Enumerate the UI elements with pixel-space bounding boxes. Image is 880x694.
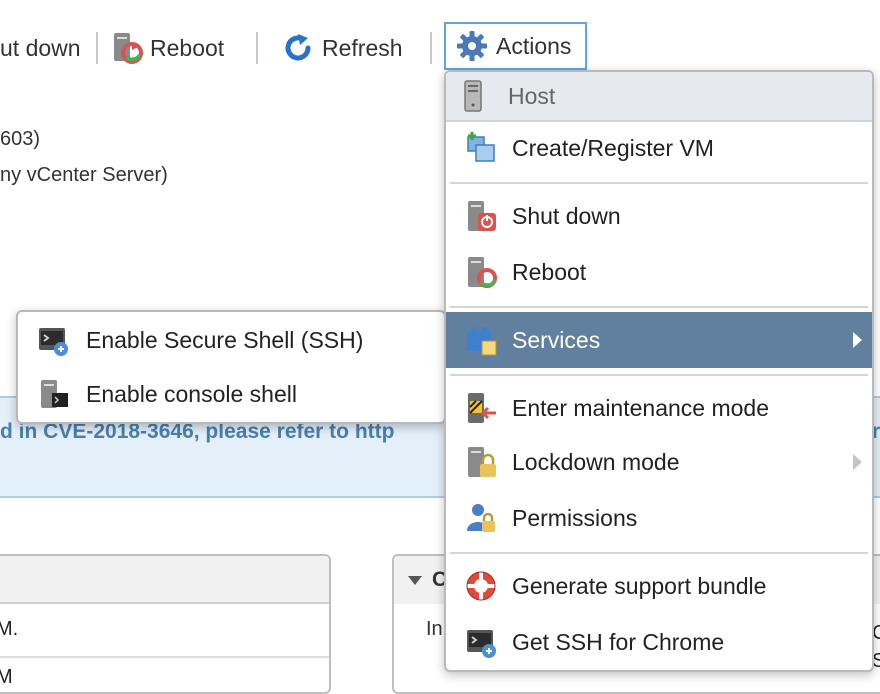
actions-button[interactable]: Actions (444, 22, 587, 70)
left-panel-header (0, 556, 329, 604)
toolbar-divider (430, 32, 432, 64)
get-ssh-for-chrome-label: Get SSH for Chrome (512, 628, 725, 655)
menu-header-host: Host (446, 72, 872, 122)
actions-button-label: Actions (496, 32, 572, 59)
submenu-arrow-icon (853, 332, 862, 348)
panel-row-divider (0, 656, 329, 658)
reboot-toolbar-label: Reboot (150, 34, 225, 61)
lockdown-icon (468, 447, 496, 477)
toolbar-divider (96, 32, 98, 64)
enable-console-shell-menu-item[interactable]: Enable console shell (18, 368, 444, 420)
shutdown-toolbar-label: ut down (0, 34, 81, 61)
left-panel: M. M (0, 554, 331, 694)
ssh-icon (39, 328, 68, 356)
reboot-icon (114, 33, 143, 64)
menu-divider (450, 182, 868, 184)
reboot-icon (468, 257, 497, 288)
host-server-icon (464, 80, 482, 112)
generate-support-bundle-label: Generate support bundle (512, 572, 767, 599)
services-submenu: Enable Secure Shell (SSH) Enable console… (16, 310, 446, 424)
toolbar-divider (256, 32, 258, 64)
permissions-icon (467, 504, 495, 532)
enable-ssh-label: Enable Secure Shell (SSH) (86, 326, 364, 353)
collapse-triangle-icon[interactable] (408, 576, 422, 585)
lockdown-mode-label: Lockdown mode (512, 448, 680, 475)
left-panel-row: M (0, 666, 13, 688)
menu-divider (450, 306, 868, 308)
shut-down-label: Shut down (512, 202, 621, 229)
reboot-label: Reboot (512, 258, 587, 285)
left-panel-row: M. (0, 618, 19, 640)
host-info-line: 603) (0, 128, 41, 150)
shutdown-icon (468, 201, 496, 231)
services-menu-item[interactable]: Services (446, 312, 872, 368)
create-register-vm-label: Create/Register VM (512, 134, 714, 161)
maintenance-icon (468, 393, 496, 423)
refresh-icon (285, 34, 311, 61)
menu-header-label: Host (508, 82, 556, 109)
lockdown-mode-menu-item[interactable]: Lockdown mode (446, 436, 872, 488)
enable-ssh-menu-item[interactable]: Enable Secure Shell (SSH) (18, 314, 444, 366)
refresh-toolbar-button[interactable]: Refresh (282, 26, 403, 70)
menu-divider (450, 374, 868, 376)
shut-down-menu-item[interactable]: Shut down (446, 190, 872, 242)
reboot-menu-item[interactable]: Reboot (446, 246, 872, 298)
enter-maintenance-mode-menu-item[interactable]: Enter maintenance mode (446, 382, 872, 434)
create-register-vm-menu-item[interactable]: Create/Register VM (446, 122, 872, 174)
console-shell-icon (41, 380, 68, 408)
host-info-line: ny vCenter Server) (0, 164, 168, 186)
enable-console-shell-label: Enable console shell (86, 380, 297, 407)
shutdown-toolbar-button[interactable]: ut down (0, 26, 81, 70)
ssh-chrome-icon (467, 630, 496, 658)
menu-divider (450, 552, 868, 554)
refresh-toolbar-label: Refresh (322, 34, 403, 61)
permissions-label: Permissions (512, 504, 638, 531)
right-panel-row: In (426, 618, 443, 640)
services-label: Services (512, 326, 601, 353)
permissions-menu-item[interactable]: Permissions (446, 492, 872, 544)
gear-icon (457, 31, 487, 61)
get-ssh-for-chrome-menu-item[interactable]: Get SSH for Chrome (446, 616, 872, 668)
services-icon (467, 327, 497, 356)
create-vm-icon (467, 132, 495, 162)
submenu-arrow-icon (853, 454, 862, 470)
reboot-toolbar-button[interactable]: Reboot (110, 26, 224, 70)
generate-support-bundle-menu-item[interactable]: Generate support bundle (446, 560, 872, 612)
lifebuoy-icon (466, 571, 496, 601)
actions-menu: Host Create/Register VM Shut down Reboot (444, 70, 874, 672)
enter-maintenance-mode-label: Enter maintenance mode (512, 394, 769, 421)
